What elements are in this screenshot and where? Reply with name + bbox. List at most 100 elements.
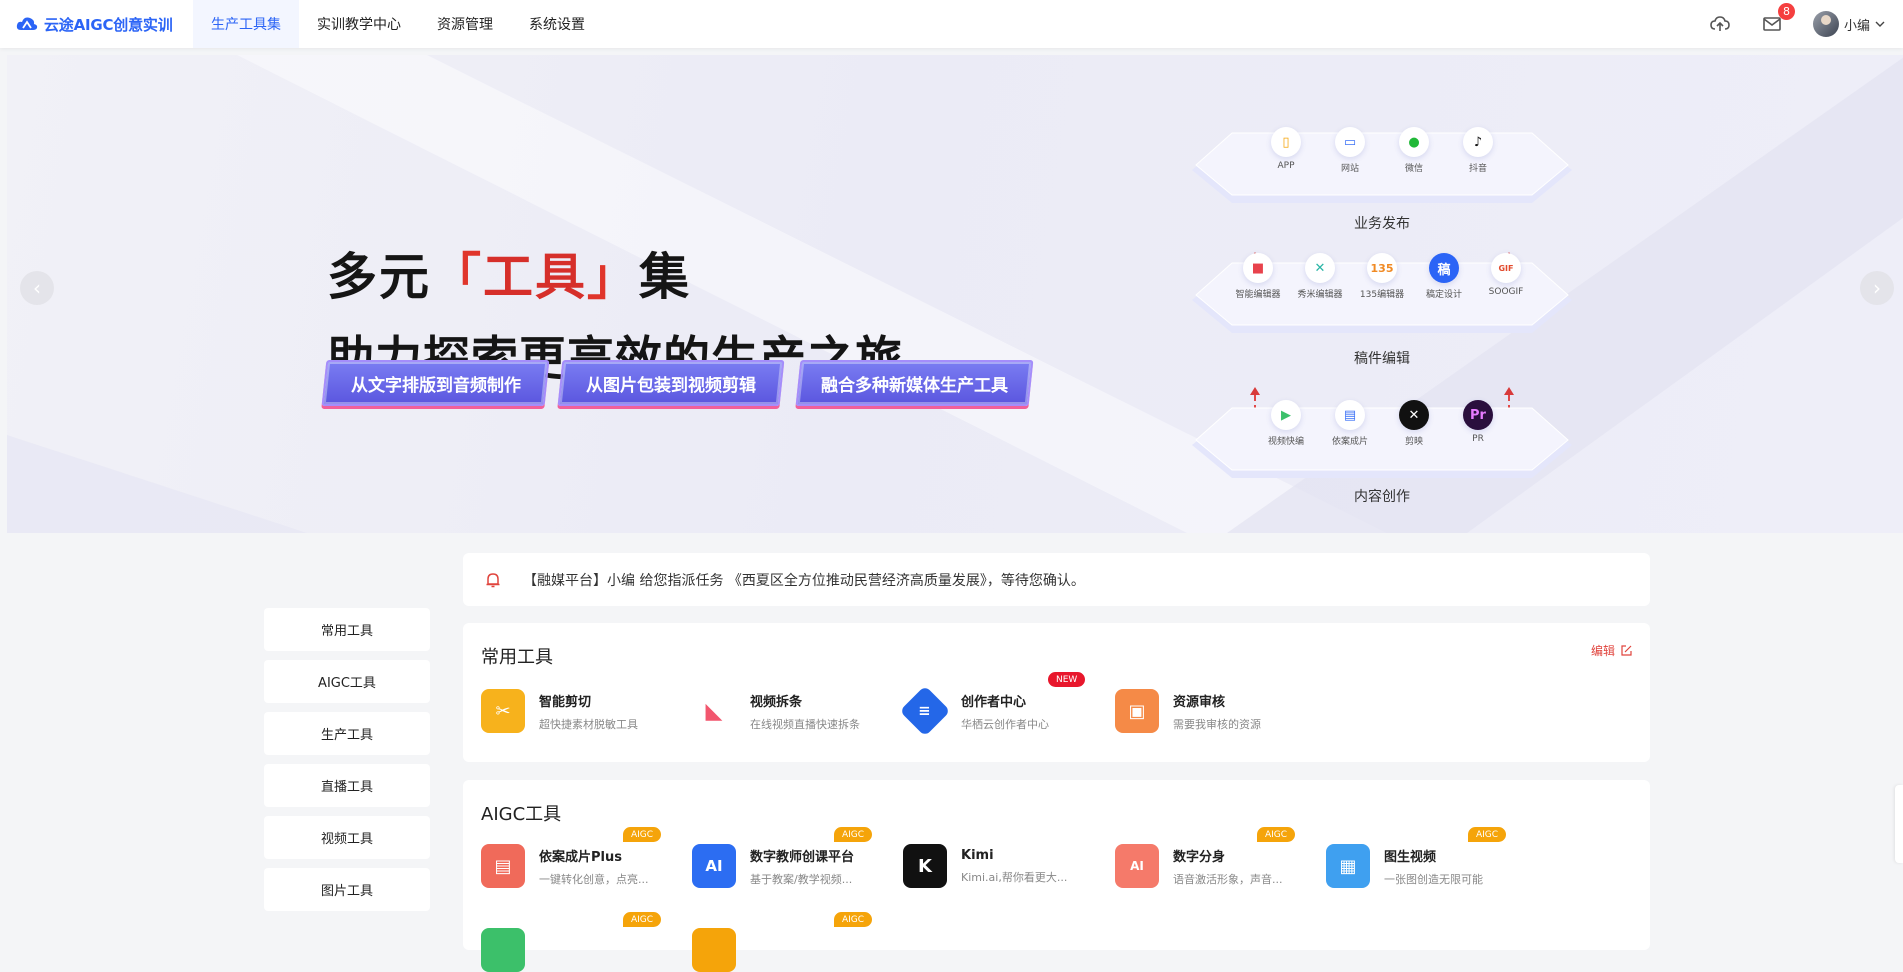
sidebar-item-common-tools[interactable]: 常用工具 <box>264 608 430 651</box>
nav-tab-resource-management[interactable]: 资源管理 <box>419 0 511 48</box>
resource-review-icon: ▣ <box>1115 689 1159 733</box>
edit-button[interactable]: 编辑 <box>1591 642 1632 659</box>
user-menu[interactable]: 小编 <box>1812 11 1885 37</box>
chevron-down-icon <box>1875 21 1885 27</box>
tier-label-create: 内容创作 <box>1354 489 1410 505</box>
aigc-badge: AIGC <box>834 912 873 927</box>
diagram-item-gaoding: 稿稿定设计 <box>1420 253 1468 300</box>
bell-icon <box>486 572 500 587</box>
douyin-icon: ♪ <box>1463 127 1493 157</box>
diagram-item-soogif: GIF SOOGIF <box>1482 253 1530 300</box>
notification-text: 【融媒平台】小编 给您指派任务 《西夏区全方位推动民营经济高质量发展》，等待您确… <box>523 572 1085 589</box>
tool-item-resource-review[interactable]: ▣ 资源审核 需要我审核的资源 <box>1115 689 1261 733</box>
tool-item-smart-cut[interactable]: ✂ 智能剪切 超快捷素材脱敏工具 <box>481 689 638 733</box>
username: 小编 <box>1843 18 1870 34</box>
hero-banner: 多元 「 工具 」 集 助力探索更高效的生产之旅 从文字排版到音频制作 从图片包… <box>7 55 1903 533</box>
diagram-item-wechat: ● 微信 <box>1390 127 1438 174</box>
nav-tab-training-center[interactable]: 实训教学中心 <box>299 0 419 48</box>
tool-item-kimi[interactable]: K Kimi Kimi.ai,帮你看更大... <box>903 844 1067 888</box>
banner-title-prefix: 多元 <box>327 248 431 306</box>
tool-item-creator-center[interactable]: ≡ 创作者中心 华栖云创作者中心 <box>899 685 1049 737</box>
upload-icon[interactable] <box>1709 13 1731 35</box>
banner-pill-media-tools: 融合多种新媒体生产工具 <box>795 360 1034 406</box>
image-to-video-icon: ▦ <box>1326 844 1370 888</box>
header-actions: 8 小编 <box>1709 0 1885 48</box>
tool-icon-partial[interactable] <box>481 928 525 972</box>
main-nav: 生产工具集 实训教学中心 资源管理 系统设置 <box>193 0 603 48</box>
diagram-item-website: ▭ 网站 <box>1326 127 1374 174</box>
cloud-logo-icon <box>16 17 38 30</box>
135-icon: 135 <box>1367 253 1397 283</box>
yian-icon: ▤ <box>1335 400 1365 430</box>
common-tools-card: 常用工具 编辑 ✂ 智能剪切 超快捷素材脱敏工具 ◣ 视频拆条 在线视频直播快速拆条… <box>463 623 1650 762</box>
edit-icon <box>1621 645 1632 656</box>
tool-item-ai-teacher[interactable]: AI 数字教师创课平台 基于教案/教学视频... <box>692 844 854 888</box>
mail-count-badge: 8 <box>1777 3 1795 20</box>
sidebar-item-live-tools[interactable]: 直播工具 <box>264 764 430 807</box>
banner-background-decoration <box>7 55 1903 533</box>
bracket-open-icon: 「 <box>431 248 483 306</box>
wechat-icon: ● <box>1399 127 1429 157</box>
tool-item-digital-avatar[interactable]: AI 数字分身 语音激活形象，声音... <box>1115 844 1283 888</box>
sidebar-item-production-tools[interactable]: 生产工具 <box>264 712 430 755</box>
platform-diagram: ▯ APP ▭ 网站 ● 微信 ♪ 抖音 业务发布 ■ 智能编辑器 ✕ 秀米编辑器 135 1… <box>1192 103 1582 528</box>
tier-label-edit: 稿件编辑 <box>1354 351 1410 367</box>
avatar <box>1812 11 1839 37</box>
gaoding-icon: 稿 <box>1429 253 1459 283</box>
kimi-icon: K <box>903 844 947 888</box>
diagram-item-capcut: ✕ 剪映 <box>1390 400 1438 447</box>
carousel-next-button[interactable]: › <box>1860 271 1894 305</box>
mail-icon[interactable]: 8 <box>1761 3 1795 35</box>
common-tools-title: 常用工具 <box>481 647 553 668</box>
carousel-prev-button[interactable]: ‹ <box>20 271 54 305</box>
aigc-badge: AIGC <box>623 912 662 927</box>
ai-teacher-icon: AI <box>692 844 736 888</box>
aigc-tools-card: AIGC工具 ▤ 依案成片Plus 一键转化创意，点亮... AIGC AI 数字… <box>463 780 1650 972</box>
diagram-item-xiumi: ✕ 秀米编辑器 <box>1296 253 1344 300</box>
aigc-badge: AIGC <box>834 827 873 842</box>
aigc-badge: AIGC <box>1257 827 1296 842</box>
digital-avatar-icon: AI <box>1115 844 1159 888</box>
phone-icon: ▯ <box>1271 127 1301 157</box>
nav-tab-system-settings[interactable]: 系统设置 <box>511 0 603 48</box>
pr-icon: Pr <box>1463 400 1493 430</box>
aigc-tools-title: AIGC工具 <box>481 804 562 825</box>
yian-plus-icon: ▤ <box>481 844 525 888</box>
banner-title-highlight: 工具 <box>483 248 587 306</box>
bracket-close-icon: 」 <box>587 248 639 306</box>
laptop-icon: ▭ <box>1335 127 1365 157</box>
banner-title: 多元 「 工具 」 集 <box>327 237 691 309</box>
sidebar-item-image-tools[interactable]: 图片工具 <box>264 868 430 911</box>
top-navbar: 云途AIGC创意实训 生产工具集 实训教学中心 资源管理 系统设置 8 小编 <box>0 0 1903 48</box>
sidebar-item-aigc-tools[interactable]: AIGC工具 <box>264 660 430 703</box>
aigc-badge: AIGC <box>1468 827 1507 842</box>
tool-item-video-split[interactable]: ◣ 视频拆条 在线视频直播快速拆条 <box>692 689 860 733</box>
new-badge: NEW <box>1048 672 1086 687</box>
nav-tab-production-tools[interactable]: 生产工具集 <box>193 0 299 48</box>
create-items: ▶ 视频快编 ▤ 依案成片 ✕ 剪映 Pr PR <box>1192 400 1572 447</box>
soogif-icon: GIF <box>1491 253 1521 283</box>
scissors-icon: ✂ <box>481 689 525 733</box>
banner-pill-text-audio: 从文字排版到音频制作 <box>321 360 550 406</box>
brand-logo[interactable]: 云途AIGC创意实训 <box>16 13 173 35</box>
diagram-item-video-quick: ▶ 视频快编 <box>1262 400 1310 447</box>
smart-editor-icon: ■ <box>1243 253 1273 283</box>
banner-pill-image-video: 从图片包装到视频剪辑 <box>557 360 785 406</box>
diagram-item-app: ▯ APP <box>1262 127 1310 174</box>
tier-label-publish: 业务发布 <box>1354 216 1410 232</box>
sidebar-item-video-tools[interactable]: 视频工具 <box>264 816 430 859</box>
edit-items: ■ 智能编辑器 ✕ 秀米编辑器 135 135编辑器 稿稿定设计 GIF SOOGIF <box>1192 253 1572 300</box>
tool-icon-partial[interactable] <box>692 928 736 972</box>
video-split-icon: ◣ <box>692 689 736 733</box>
side-collapse-handle[interactable] <box>1895 785 1903 863</box>
xiumi-icon: ✕ <box>1305 253 1335 283</box>
tool-item-yian-plus[interactable]: ▤ 依案成片Plus 一键转化创意，点亮... <box>481 844 649 888</box>
tool-category-sidebar: 常用工具 AIGC工具 生产工具 直播工具 视频工具 图片工具 <box>264 608 430 920</box>
video-quick-icon: ▶ <box>1271 400 1301 430</box>
aigc-badge: AIGC <box>623 827 662 842</box>
task-notification-bar[interactable]: 【融媒平台】小编 给您指派任务 《西夏区全方位推动民营经济高质量发展》，等待您确… <box>463 553 1650 606</box>
brand-name: 云途AIGC创意实训 <box>44 15 173 34</box>
tool-item-image-to-video[interactable]: ▦ 图生视频 一张图创造无限可能 <box>1326 844 1483 888</box>
diagram-item-smart-editor: ■ 智能编辑器 <box>1234 253 1282 300</box>
creator-center-icon: ≡ <box>899 685 951 737</box>
